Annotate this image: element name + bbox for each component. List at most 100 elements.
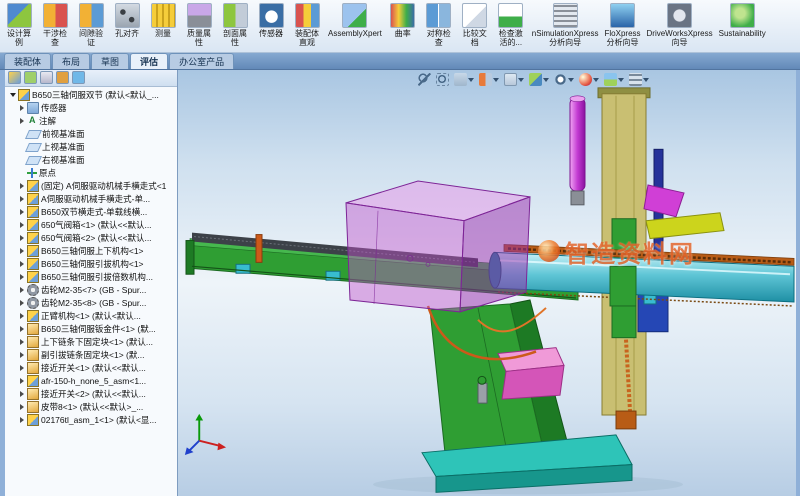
measure-button[interactable]: 测量 xyxy=(146,2,180,48)
simulationxpress-wizard-button[interactable]: nSimulationXpress 分析向导 xyxy=(530,2,601,48)
check-active-document-button[interactable]: 检查激 活的... xyxy=(494,2,528,48)
curvature-button[interactable]: 曲率 xyxy=(386,2,420,48)
section-view-button[interactable] xyxy=(478,72,500,87)
tree-item-gear-m2-35-8[interactable]: 齿轮M2-35<8> (GB - Spur... xyxy=(5,297,177,310)
tree-item-fixed-servo-arm[interactable]: (固定) A伺服驱动机械手横走式<1 xyxy=(5,180,177,193)
tree-item-extraction-mechanism[interactable]: B650三轴伺服引拔机构<1> xyxy=(5,258,177,271)
hole-alignment-button[interactable]: 孔对齐 xyxy=(110,2,144,48)
tree-expander[interactable] xyxy=(17,416,26,425)
tree-item-proximity-switch-1[interactable]: 接近开关<1> (默认<<默认... xyxy=(5,362,177,375)
tree-item-gear-m2-35-7[interactable]: 齿轮M2-35<7> (GB - Spur... xyxy=(5,284,177,297)
edit-appearance-button[interactable] xyxy=(578,72,600,87)
tree-expander[interactable] xyxy=(17,104,26,113)
tree-item-chain-lower-block[interactable]: 上下链条下固定块<1> (默认... xyxy=(5,336,177,349)
sustainability-button[interactable]: Sustainability xyxy=(717,2,768,48)
clearance-verification-button[interactable]: 间隙验 证 xyxy=(74,2,108,48)
tree-expander[interactable] xyxy=(17,351,26,360)
tree-item-main-arm[interactable]: 正臂机构<1> (默认<默认... xyxy=(5,310,177,323)
tree-expander[interactable] xyxy=(17,338,26,347)
tree-item-sensors-folder[interactable]: 传感器 xyxy=(5,102,177,115)
assemblyxpert-button[interactable]: AssemblyXpert xyxy=(326,2,384,48)
tree-expander[interactable] xyxy=(17,364,26,373)
tree-item-top-plane[interactable]: 上视基准面 xyxy=(5,141,177,154)
tree-expander[interactable] xyxy=(17,169,26,178)
section-properties-button[interactable]: 剖面属 性 xyxy=(218,2,252,48)
tree-item-label: 注解 xyxy=(39,115,56,127)
zoom-fit-button[interactable] xyxy=(417,72,432,87)
tree-item-origin[interactable]: 原点 xyxy=(5,167,177,180)
tree-item-proximity-switch-2[interactable]: 接近开关<2> (默认<<默认... xyxy=(5,388,177,401)
apply-scene-button[interactable] xyxy=(603,72,625,87)
floxpress-wizard-button[interactable]: FloXpress 分析向导 xyxy=(603,2,643,48)
tree-item-afr-150[interactable]: afr-150-h_none_5_asm<1... xyxy=(5,375,177,388)
tree-expander[interactable] xyxy=(17,234,26,243)
mass-properties-button[interactable]: 质量属 性 xyxy=(182,2,216,48)
tree-expander[interactable] xyxy=(17,377,26,386)
tab-office-products[interactable]: 办公室产品 xyxy=(169,53,234,69)
compare-documents-button[interactable]: 比较文 档 xyxy=(458,2,492,48)
view-orientation-button[interactable] xyxy=(503,72,525,87)
tree-item-belt-8[interactable]: 皮带8<1> (默认<<默认>_... xyxy=(5,401,177,414)
tree-item-02176tl-asm[interactable]: 02176tl_asm_1<1> (默认<显... xyxy=(5,414,177,427)
displaymanager-tab[interactable] xyxy=(72,71,85,84)
tree-expander[interactable] xyxy=(17,312,26,321)
feature-manager-panel: B650三轴伺服双节 (默认<默认_... 传感器 注解 前视基准面 xyxy=(5,70,178,496)
symmetry-check-button[interactable]: 对称检 查 xyxy=(422,2,456,48)
tree-item-valve-box-2[interactable]: 650气阀箱<2> (默认<<默认... xyxy=(5,232,177,245)
tab-assembly[interactable]: 装配体 xyxy=(4,53,51,69)
tree-expander[interactable] xyxy=(17,221,26,230)
tree-expander[interactable] xyxy=(17,325,26,334)
configurationmanager-tab[interactable] xyxy=(40,71,53,84)
tree-item-label: afr-150-h_none_5_asm<1... xyxy=(41,376,146,386)
tree-expander[interactable] xyxy=(8,91,17,100)
zoom-area-button[interactable] xyxy=(435,72,450,87)
interference-check-button[interactable]: 干涉检 查 xyxy=(38,2,72,48)
toolbar-button-label: 查 xyxy=(435,38,443,47)
tree-item-label: 前视基准面 xyxy=(42,128,85,140)
sensor-button[interactable]: 传感器 xyxy=(254,2,288,48)
tree-item-label: 上下链条下固定块<1> (默认... xyxy=(41,336,153,348)
tree-item-updown-mechanism[interactable]: B650三轴伺服上下机构<1> xyxy=(5,245,177,258)
tree-expander[interactable] xyxy=(17,208,26,217)
tree-item-annotations-folder[interactable]: 注解 xyxy=(5,115,177,128)
tree-expander[interactable] xyxy=(17,182,26,191)
previous-view-button[interactable] xyxy=(453,72,475,87)
tree-expander[interactable] xyxy=(17,195,26,204)
tree-expander[interactable] xyxy=(17,403,26,412)
tree-item-chain-fixed-block[interactable]: 副引拔链条固定块<1> (默... xyxy=(5,349,177,362)
tree-item-servo-arm-single[interactable]: A伺服驱动机械手横走式-单... xyxy=(5,193,177,206)
main-area: B650三轴伺服双节 (默认<默认_... 传感器 注解 前视基准面 xyxy=(0,70,800,496)
display-style-button[interactable] xyxy=(528,72,550,87)
hide-show-items-button[interactable] xyxy=(553,72,575,87)
driveworksxpress-wizard-button[interactable]: DriveWorksXpress 向导 xyxy=(645,2,715,48)
tree-expander[interactable] xyxy=(17,260,26,269)
tree-item-b650-double-rail[interactable]: B650双节横走式-单载线横... xyxy=(5,206,177,219)
view-settings-button[interactable] xyxy=(628,72,650,87)
section-view-icon xyxy=(479,73,492,86)
tree-item-extraction-multiplier[interactable]: B650三轴伺服引拔倍数机构... xyxy=(5,271,177,284)
graphics-viewport[interactable]: 智造资料网 xyxy=(178,70,796,496)
propertymanager-tab[interactable] xyxy=(24,71,37,84)
tree-expander[interactable] xyxy=(17,117,26,126)
tab-layout[interactable]: 布局 xyxy=(52,53,90,69)
tree-expander[interactable] xyxy=(17,273,26,282)
tree-expander[interactable] xyxy=(17,247,26,256)
feature-tree: B650三轴伺服双节 (默认<默认_... 传感器 注解 前视基准面 xyxy=(5,87,177,429)
design-study-button[interactable]: 设计算 例 xyxy=(2,2,36,48)
tab-sketch[interactable]: 草图 xyxy=(91,53,129,69)
tree-item-root[interactable]: B650三轴伺服双节 (默认<默认_... xyxy=(5,89,177,102)
dimxpertmanager-tab[interactable] xyxy=(56,71,69,84)
tab-evaluate[interactable]: 评估 xyxy=(130,53,168,69)
tree-expander[interactable] xyxy=(17,299,26,308)
tree-item-front-plane[interactable]: 前视基准面 xyxy=(5,128,177,141)
toolbar-button-label: FloXpress xyxy=(605,29,641,38)
tree-item-valve-box-1[interactable]: 650气阀箱<1> (默认<<默认... xyxy=(5,219,177,232)
tree-expander[interactable] xyxy=(17,286,26,295)
tree-item-sheet-metal[interactable]: B650三轴伺服钣金件<1> (默... xyxy=(5,323,177,336)
tree-expander[interactable] xyxy=(17,390,26,399)
tree-item-right-plane[interactable]: 右视基准面 xyxy=(5,154,177,167)
assembly-visualization-button[interactable]: 装配体 直观 xyxy=(290,2,324,48)
featuremanager-tab[interactable] xyxy=(8,71,21,84)
model-3d[interactable] xyxy=(178,70,796,496)
toolbar-button-label: 间隙验 xyxy=(79,29,103,38)
